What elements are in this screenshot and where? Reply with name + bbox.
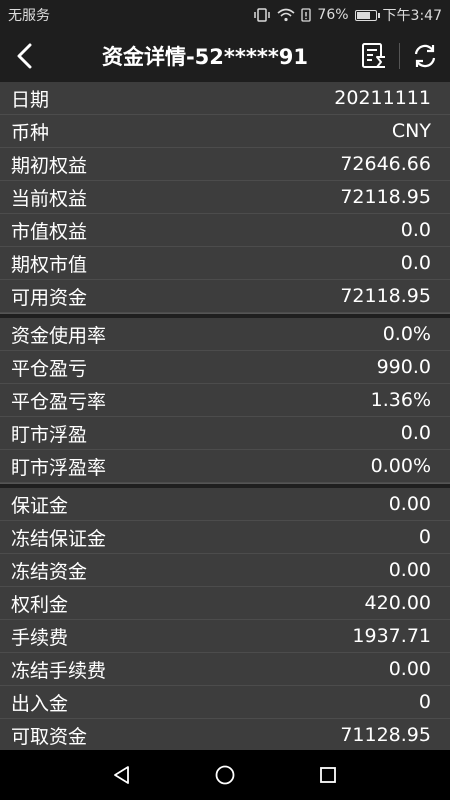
fund-section: 日期 20211111 币种 CNY 期初权益 72646.66 当前权益 72118.95 市… — [0, 82, 450, 313]
fund-row: 期权市值 0.0 — [0, 247, 450, 280]
fund-row: 资金使用率 0.0% — [0, 318, 450, 351]
fund-row-label: 日期 — [11, 88, 50, 111]
fund-row-value: 0.00% — [370, 455, 431, 477]
status-bar: 无服务 76% 下午3:47 — [0, 0, 450, 30]
fund-row: 可取资金 71128.95 — [0, 719, 450, 750]
fund-row-value: 990.0 — [376, 356, 431, 378]
fund-row-label: 盯市浮盈 — [11, 423, 88, 446]
fund-row: 市值权益 0.0 — [0, 214, 450, 247]
fund-row-label: 平仓盈亏率 — [11, 390, 107, 413]
fund-row-label: 权利金 — [11, 593, 69, 616]
system-recents-button[interactable] — [303, 750, 353, 800]
fund-row-label: 盯市浮盈率 — [11, 456, 107, 479]
fund-row-value: 0.0 — [400, 219, 431, 241]
fund-row-label: 平仓盈亏 — [11, 357, 88, 380]
system-nav-bar — [0, 750, 450, 800]
vibrate-icon — [253, 8, 271, 22]
refresh-button[interactable] — [400, 30, 450, 82]
fund-row-value: 0 — [418, 691, 431, 713]
battery-icon — [354, 9, 380, 21]
fund-row: 保证金 0.00 — [0, 488, 450, 521]
fund-row: 币种 CNY — [0, 115, 450, 148]
fund-row: 平仓盈亏 990.0 — [0, 351, 450, 384]
sim-alert-icon — [301, 8, 312, 22]
fund-row-value: 0.00 — [388, 658, 431, 680]
fund-row-label: 市值权益 — [11, 220, 88, 243]
fund-row-label: 当前权益 — [11, 187, 88, 210]
fund-row-label: 冻结手续费 — [11, 659, 107, 682]
status-icons: 76% 下午3:47 — [253, 5, 442, 25]
fund-row: 盯市浮盈 0.0 — [0, 417, 450, 450]
fund-row: 盯市浮盈率 0.00% — [0, 450, 450, 483]
summary-list-button[interactable] — [349, 30, 399, 82]
fund-row-value: 72646.66 — [340, 153, 431, 175]
system-home-button[interactable] — [200, 750, 250, 800]
fund-row: 权利金 420.00 — [0, 587, 450, 620]
triangle-back-icon — [113, 766, 129, 784]
fund-row-value: 72118.95 — [340, 285, 431, 307]
fund-row-label: 冻结资金 — [11, 560, 88, 583]
fund-row-value: 1.36% — [370, 389, 431, 411]
fund-row-value: 0 — [418, 526, 431, 548]
fund-row: 冻结手续费 0.00 — [0, 653, 450, 686]
fund-row-value: CNY — [391, 120, 431, 142]
fund-row: 冻结资金 0.00 — [0, 554, 450, 587]
fund-row: 当前权益 72118.95 — [0, 181, 450, 214]
fund-row: 平仓盈亏率 1.36% — [0, 384, 450, 417]
fund-row-value: 420.00 — [364, 592, 431, 614]
fund-row-value: 72118.95 — [340, 186, 431, 208]
page-title: 资金详情-52*****91 — [101, 45, 309, 69]
back-button[interactable] — [0, 30, 50, 82]
fund-row: 期初权益 72646.66 — [0, 148, 450, 181]
fund-row-value: 0.00 — [388, 493, 431, 515]
fund-row-value: 1937.71 — [352, 625, 431, 647]
fund-row-label: 币种 — [11, 121, 50, 144]
refresh-icon — [414, 44, 436, 68]
fund-row-label: 资金使用率 — [11, 324, 107, 347]
fund-row-value: 0.0% — [382, 323, 431, 345]
fund-row-value: 71128.95 — [340, 724, 431, 746]
fund-row-label: 可用资金 — [11, 286, 88, 309]
fund-row-label: 可取资金 — [11, 725, 88, 748]
fund-row-label: 出入金 — [11, 692, 69, 715]
square-recents-icon — [320, 767, 337, 783]
fund-row: 可用资金 72118.95 — [0, 280, 450, 313]
fund-section: 资金使用率 0.0% 平仓盈亏 990.0 平仓盈亏率 1.36% 盯市浮盈 0.0 盯市浮盈率… — [0, 318, 450, 483]
carrier-text: 无服务 — [8, 8, 50, 24]
system-back-button[interactable] — [97, 750, 147, 800]
fund-row-label: 期初权益 — [11, 154, 88, 177]
fund-row: 手续费 1937.71 — [0, 620, 450, 653]
nav-bar: 资金详情-52*****91 — [0, 30, 450, 82]
fund-row: 冻结保证金 0 — [0, 521, 450, 554]
back-icon — [17, 43, 32, 69]
circle-home-icon — [215, 765, 235, 785]
fund-row-value: 0.0 — [400, 252, 431, 274]
fund-row-value: 0.00 — [388, 559, 431, 581]
wifi-icon — [277, 8, 295, 22]
fund-row-label: 冻结保证金 — [11, 527, 107, 550]
fund-row: 出入金 0 — [0, 686, 450, 719]
battery-percent: 76% — [317, 7, 349, 23]
fund-detail-list: 日期 20211111 币种 CNY 期初权益 72646.66 当前权益 72118.95 市… — [0, 82, 450, 750]
fund-row-label: 保证金 — [11, 494, 69, 517]
list-sum-icon — [362, 43, 385, 68]
fund-row-value: 20211111 — [334, 87, 431, 109]
fund-section: 保证金 0.00 冻结保证金 0 冻结资金 0.00 权利金 420.00 手续费 1937.71… — [0, 488, 450, 750]
clock: 下午3:47 — [382, 8, 442, 24]
fund-row-label: 手续费 — [11, 626, 69, 649]
fund-row: 日期 20211111 — [0, 82, 450, 115]
fund-row-label: 期权市值 — [11, 253, 88, 276]
fund-row-value: 0.0 — [400, 422, 431, 444]
nav-actions — [349, 30, 450, 82]
